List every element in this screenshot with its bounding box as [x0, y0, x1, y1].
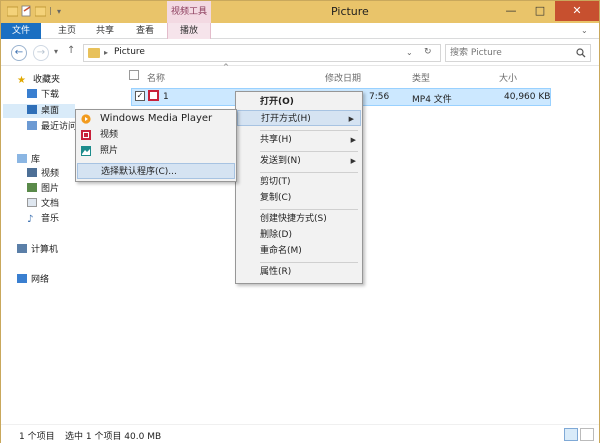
search-box[interactable] [445, 44, 591, 62]
menu-video-app[interactable]: 视频 [76, 127, 236, 143]
menu-separator [260, 172, 358, 173]
minimize-button[interactable]: — [497, 1, 525, 21]
computer-icon [17, 244, 27, 253]
sort-ascending-icon: ^ [223, 63, 229, 71]
nav-network[interactable]: 网络 [17, 273, 49, 287]
file-date: 7:56 [369, 92, 390, 102]
file-checkbox[interactable]: ✓ [135, 91, 145, 101]
documents-icon [27, 198, 37, 207]
navigation-pane: ★ 收藏夹 下载 桌面 最近访问的位置 库 视频 图片 文档 ♪ 音乐 计算机 网络 [1, 67, 104, 422]
expand-ribbon-icon[interactable]: ⌄ [581, 26, 588, 35]
windows-media-player-icon [81, 114, 91, 124]
window-title: Picture [331, 5, 369, 18]
menu-windows-media-player[interactable]: Windows Media Player [76, 111, 236, 127]
tab-home[interactable]: 主页 [53, 23, 81, 39]
maximize-button[interactable]: □ [526, 1, 554, 21]
nav-favorites[interactable]: ★ 收藏夹 [17, 73, 60, 87]
menu-open-with[interactable]: 打开方式(H) ▶ [237, 110, 361, 126]
up-button[interactable]: ↑ [67, 45, 75, 56]
desktop-icon [27, 105, 37, 114]
menu-photos-app[interactable]: 照片 [76, 143, 236, 159]
item-count: 1 个项目 [19, 432, 55, 442]
tab-share[interactable]: 共享 [91, 23, 119, 39]
select-all-checkbox[interactable] [129, 70, 139, 80]
libraries-icon [17, 154, 27, 163]
nav-music[interactable]: ♪ 音乐 [27, 212, 59, 226]
large-icons-view-button[interactable] [580, 428, 594, 441]
menu-cut[interactable]: 剪切(T) [236, 174, 362, 190]
file-size: 40,960 KB [504, 92, 551, 102]
nav-libraries[interactable]: 库 [17, 153, 40, 167]
folder-icon [88, 48, 100, 58]
folder-icon [7, 6, 18, 17]
address-bar[interactable]: ▸ Picture ⌄ ↻ [83, 44, 441, 62]
music-icon: ♪ [27, 214, 34, 225]
submenu-arrow-icon: ▶ [350, 136, 356, 144]
menu-copy[interactable]: 复制(C) [236, 190, 362, 206]
menu-open[interactable]: 打开(O) [236, 94, 362, 110]
submenu-arrow-icon: ▶ [350, 157, 356, 165]
explorer-window: | ▾ 视频工具 Picture — □ ✕ 文件 主页 共享 查看 播放 ⌄ … [0, 0, 600, 443]
breadcrumb-chevron-icon[interactable]: ▸ [104, 48, 108, 57]
qa-dropdown-icon[interactable]: ▾ [57, 7, 61, 16]
selection-info: 选中 1 个项目 40.0 MB [65, 432, 162, 442]
search-input[interactable] [450, 46, 570, 60]
tab-file[interactable]: 文件 [1, 23, 41, 39]
file-type: MP4 文件 [412, 95, 452, 105]
status-bar: 1 个项目 选中 1 个项目 40.0 MB [1, 424, 599, 443]
search-icon[interactable] [576, 48, 586, 58]
open-with-submenu: Windows Media Player 视频 照片 选择默认程序(C)... [75, 109, 237, 182]
nav-documents[interactable]: 文档 [27, 197, 59, 211]
menu-share[interactable]: 共享(H) ▶ [236, 132, 362, 148]
close-button[interactable]: ✕ [555, 1, 599, 21]
contextual-tab-group: 视频工具 [167, 1, 211, 23]
nav-pictures[interactable]: 图片 [27, 182, 59, 196]
recent-locations-icon[interactable]: ▾ [54, 47, 58, 56]
column-size[interactable]: 大小 [499, 71, 517, 85]
menu-rename[interactable]: 重命名(M) [236, 243, 362, 259]
refresh-icon[interactable]: ↻ [424, 47, 432, 57]
video-file-icon [148, 90, 159, 101]
recent-places-icon [27, 121, 37, 130]
title-bar: | ▾ 视频工具 Picture — □ ✕ [1, 1, 599, 23]
file-name[interactable]: 1 [163, 92, 169, 102]
submenu-arrow-icon: ▶ [348, 115, 354, 123]
nav-videos[interactable]: 视频 [27, 167, 59, 181]
qa-separator: | [49, 6, 52, 15]
downloads-icon [27, 89, 37, 98]
context-menu: 打开(O) 打开方式(H) ▶ 共享(H) ▶ 发送到(N) ▶ 剪切(T) 复制(C… [235, 91, 363, 284]
video-app-icon [81, 130, 91, 140]
details-view-button[interactable] [564, 428, 578, 441]
pictures-icon [27, 183, 37, 192]
menu-delete[interactable]: 删除(D) [236, 227, 362, 243]
nav-desktop[interactable]: 桌面 [3, 104, 75, 118]
column-type[interactable]: 类型 [412, 71, 430, 85]
forward-button[interactable]: → [33, 45, 49, 61]
menu-separator [260, 130, 358, 131]
column-name[interactable]: 名称 [147, 71, 165, 85]
new-folder-icon[interactable] [35, 5, 46, 17]
address-dropdown-icon[interactable]: ⌄ [406, 48, 413, 57]
tab-play[interactable]: 播放 [167, 23, 211, 39]
properties-icon[interactable] [21, 5, 32, 17]
menu-separator [260, 209, 358, 210]
ribbon-tabs: 文件 主页 共享 查看 播放 ⌄ [1, 23, 599, 39]
back-button[interactable]: ← [11, 45, 27, 61]
menu-send-to[interactable]: 发送到(N) ▶ [236, 153, 362, 169]
photos-app-icon [81, 146, 91, 156]
menu-separator [260, 151, 358, 152]
nav-computer[interactable]: 计算机 [17, 243, 58, 257]
menu-choose-default-program[interactable]: 选择默认程序(C)... [77, 163, 235, 179]
menu-properties[interactable]: 属性(R) [236, 264, 362, 280]
nav-downloads[interactable]: 下载 [27, 88, 59, 102]
breadcrumb-picture[interactable]: Picture [114, 47, 145, 57]
address-row: ← → ▾ ↑ ▸ Picture ⌄ ↻ [1, 40, 599, 66]
menu-separator [260, 262, 358, 263]
menu-create-shortcut[interactable]: 创建快捷方式(S) [236, 211, 362, 227]
star-icon: ★ [17, 75, 26, 86]
videos-icon [27, 168, 37, 177]
column-date[interactable]: 修改日期 [325, 71, 361, 85]
tab-view[interactable]: 查看 [131, 23, 159, 39]
network-icon [17, 274, 27, 283]
